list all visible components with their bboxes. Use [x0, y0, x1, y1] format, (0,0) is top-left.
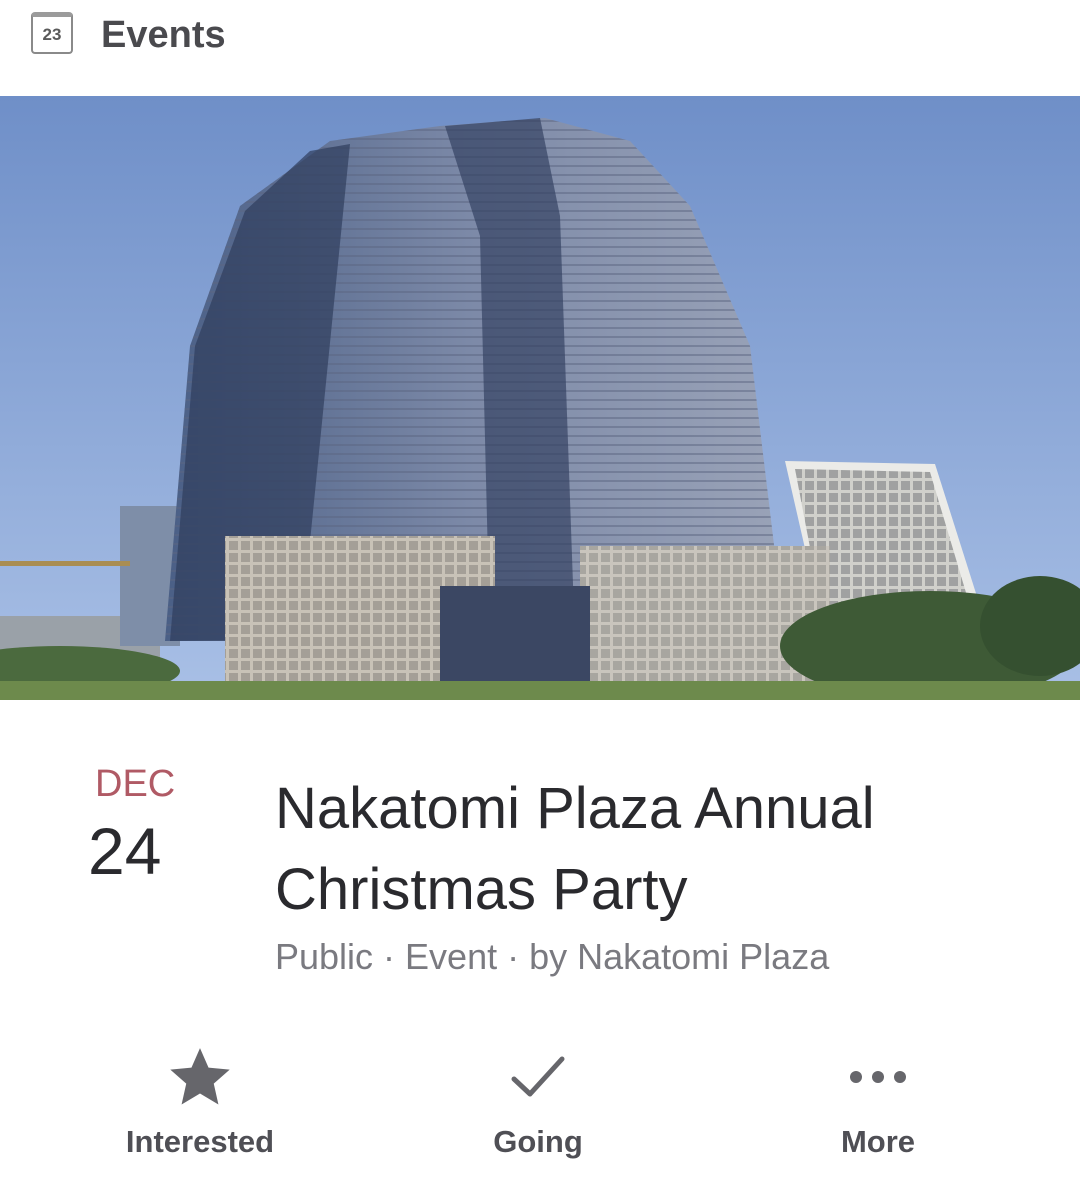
- interested-label: Interested: [125, 1124, 275, 1159]
- interested-button[interactable]: Interested: [70, 1040, 330, 1160]
- star-icon: [170, 1048, 230, 1105]
- event-cover-photo: [0, 96, 1080, 700]
- going-button[interactable]: Going: [408, 1040, 668, 1160]
- calendar-day-number: 23: [42, 24, 62, 44]
- more-button[interactable]: More: [748, 1040, 1008, 1160]
- more-label: More: [840, 1124, 916, 1159]
- event-meta: Public · Event · by Nakatomi Plaza: [275, 936, 830, 977]
- page-title: Events: [101, 14, 226, 56]
- event-title[interactable]: Nakatomi Plaza Annual Christmas Party: [275, 768, 1035, 930]
- more-dots-icon: [850, 1071, 906, 1083]
- calendar-icon: 23: [31, 12, 73, 54]
- event-date-month: DEC: [95, 763, 176, 805]
- going-label: Going: [493, 1124, 583, 1159]
- checkmark-icon: [511, 1056, 565, 1097]
- events-header: 23 Events: [0, 0, 1080, 96]
- event-date-day: 24: [88, 814, 162, 888]
